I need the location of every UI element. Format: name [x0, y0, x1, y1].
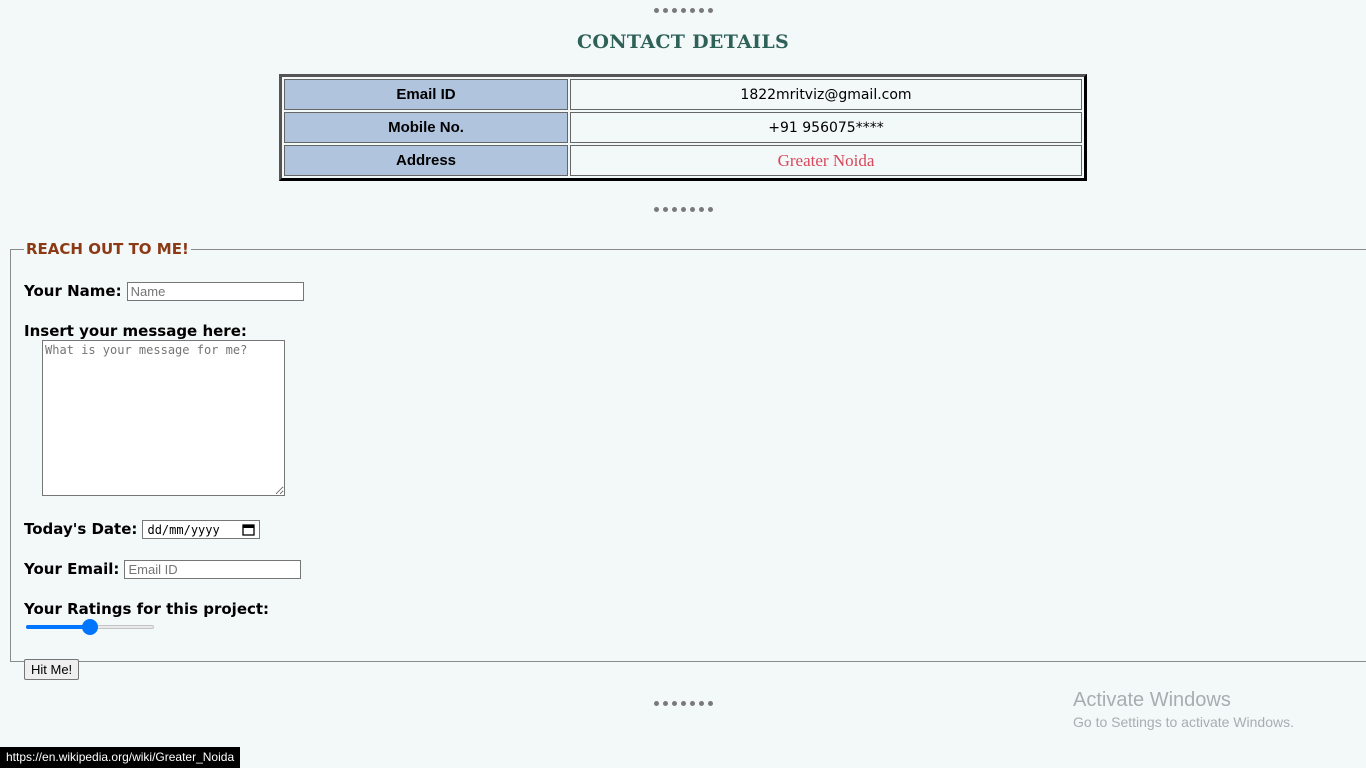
- name-row: Your Name:: [24, 281, 304, 301]
- date-label: Today's Date:: [24, 520, 138, 538]
- status-bar-url: https://en.wikipedia.org/wiki/Greater_No…: [0, 747, 241, 768]
- address-link[interactable]: Greater Noida: [778, 151, 875, 170]
- name-input[interactable]: [126, 282, 304, 301]
- slider-fill: [26, 625, 90, 629]
- date-placeholder: dd/mm/yyyy: [147, 522, 220, 537]
- ratings-label: Your Ratings for this project:: [24, 600, 270, 618]
- address-label: Address: [284, 145, 568, 176]
- separator-dots-top: [0, 4, 1366, 18]
- contact-details-table: Email ID 1822mritviz@gmail.com Mobile No…: [279, 74, 1087, 181]
- table-row: Address Greater Noida: [284, 145, 1082, 176]
- message-textarea[interactable]: [42, 340, 285, 496]
- ratings-label-row: Your Ratings for this project:: [24, 599, 269, 618]
- separator-dots-middle: [0, 203, 1366, 217]
- message-row: [42, 340, 285, 500]
- calendar-icon[interactable]: [242, 523, 256, 536]
- email-id-value: 1822mritviz@gmail.com: [570, 79, 1082, 110]
- email-id-label: Email ID: [284, 79, 568, 110]
- submit-row: Hit Me!: [24, 659, 80, 680]
- submit-button[interactable]: Hit Me!: [24, 659, 80, 680]
- table-row: Email ID 1822mritviz@gmail.com: [284, 79, 1082, 110]
- page-title: CONTACT DETAILS: [576, 31, 790, 53]
- date-row: Today's Date: dd/mm/yyyy: [24, 519, 261, 539]
- watermark-subtitle: Go to Settings to activate Windows.: [1073, 714, 1294, 730]
- name-label: Your Name:: [24, 282, 122, 300]
- email-row: Your Email:: [24, 559, 302, 579]
- ratings-slider[interactable]: [26, 619, 154, 635]
- message-label-row: Insert your message here:: [24, 321, 247, 340]
- slider-thumb[interactable]: [82, 619, 98, 635]
- mobile-label: Mobile No.: [284, 112, 568, 143]
- ratings-row: [26, 619, 154, 635]
- message-label: Insert your message here:: [24, 322, 247, 340]
- address-cell: Greater Noida: [570, 145, 1082, 176]
- form-legend: REACH OUT TO ME!: [26, 240, 189, 258]
- contact-form: REACH OUT TO ME! Your Name: Insert your …: [10, 240, 1366, 680]
- table-row: Mobile No. +91 956075****: [284, 112, 1082, 143]
- watermark-title: Activate Windows: [1073, 689, 1231, 711]
- activate-windows-watermark: Activate Windows Go to Settings to activ…: [1073, 689, 1294, 730]
- date-input[interactable]: dd/mm/yyyy: [142, 520, 261, 539]
- email-label: Your Email:: [24, 560, 120, 578]
- email-input[interactable]: [124, 560, 302, 579]
- mobile-value: +91 956075****: [570, 112, 1082, 143]
